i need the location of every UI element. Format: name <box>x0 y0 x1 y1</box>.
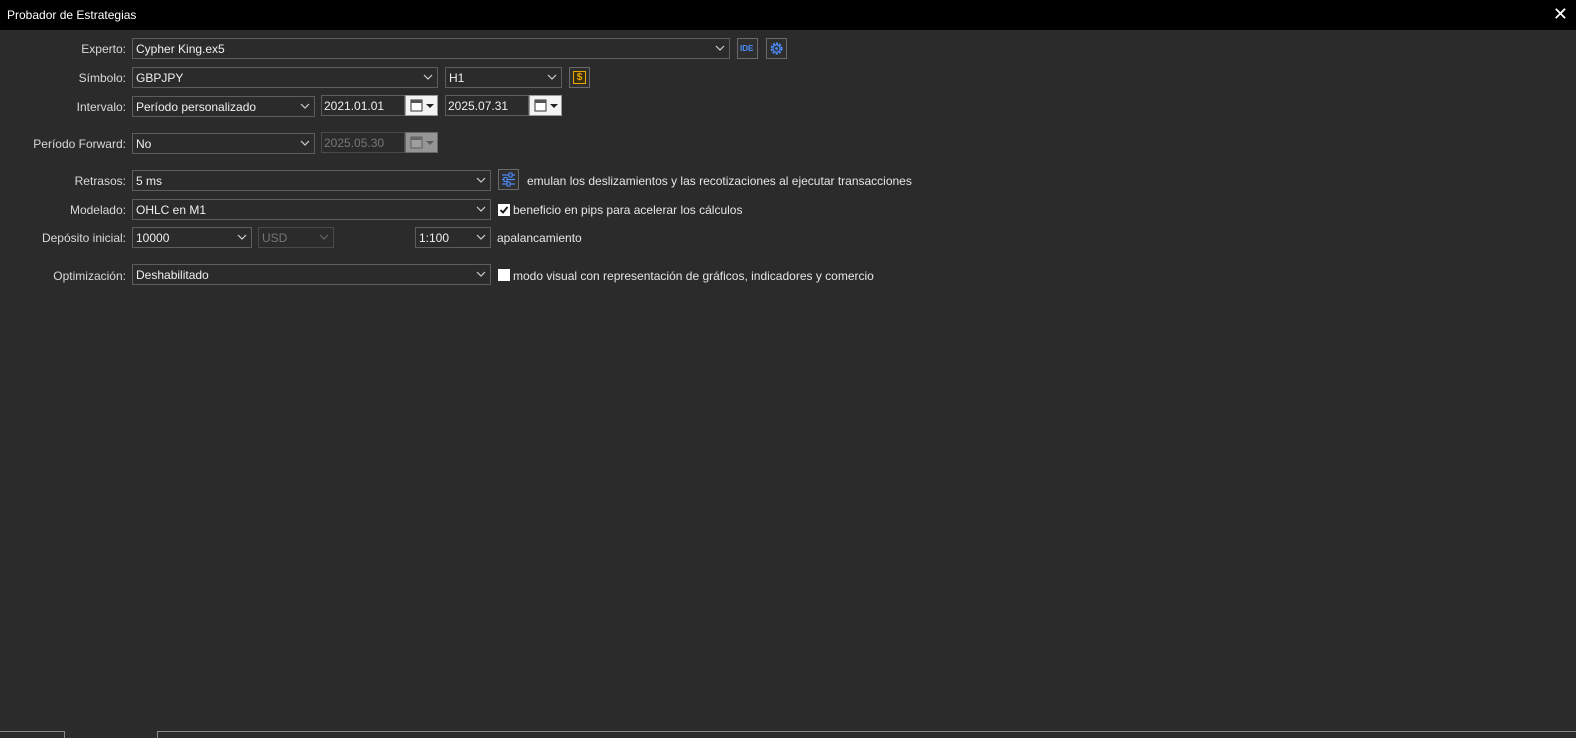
title-bar: Probador de Estrategias ✕ <box>0 0 1576 30</box>
expert-settings-button[interactable] <box>766 38 787 59</box>
date-from-value: 2021.01.01 <box>324 99 385 113</box>
date-from-input[interactable]: 2021.01.01 <box>321 95 405 116</box>
simbolo-value: GBPJPY <box>136 71 184 85</box>
experto-label: Experto: <box>81 42 126 56</box>
retrasos-select[interactable]: 5 ms <box>132 170 491 191</box>
optimizacion-value: Deshabilitado <box>136 268 209 282</box>
ide-button[interactable]: IDE <box>737 38 758 59</box>
date-to-value: 2025.07.31 <box>448 99 509 113</box>
experto-select[interactable]: Cypher King.ex5 <box>132 38 730 59</box>
experto-value: Cypher King.ex5 <box>136 42 225 56</box>
visual-mode-label: modo visual con representación de gráfic… <box>513 269 874 283</box>
bottom-tab-active[interactable] <box>64 731 158 738</box>
chevron-down-icon <box>423 74 433 80</box>
simbolo-select[interactable]: GBPJPY <box>132 67 438 88</box>
chevron-down-icon <box>300 140 310 146</box>
date-to-input[interactable]: 2025.07.31 <box>445 95 529 116</box>
calendar-icon <box>534 99 558 112</box>
visual-mode-checkbox[interactable] <box>498 269 510 281</box>
retrasos-note-wrapper: emulan los deslizamientos y las recotiza… <box>527 174 912 188</box>
optimizacion-select[interactable]: Deshabilitado <box>132 264 491 285</box>
forward-date-value: 2025.05.30 <box>324 136 385 150</box>
ide-icon: IDE <box>740 44 754 53</box>
simbolo-label: Símbolo: <box>78 71 126 85</box>
retrasos-value: 5 ms <box>136 174 163 188</box>
retrasos-note: emulan los deslizamientos y las recotiza… <box>527 174 912 188</box>
sliders-icon <box>502 172 515 187</box>
forward-calendar-button <box>405 132 438 153</box>
leverage-value: 1:100 <box>419 231 450 245</box>
gear-icon <box>770 42 783 55</box>
leverage-select[interactable]: 1:100 <box>415 227 491 248</box>
deposito-label: Depósito inicial: <box>41 231 126 245</box>
modelado-select[interactable]: OHLC en M1 <box>132 199 491 220</box>
dollar-icon: $ <box>573 71 586 84</box>
close-icon[interactable]: ✕ <box>1553 4 1568 24</box>
chevron-down-icon <box>476 234 486 240</box>
chevron-down-icon <box>476 271 486 277</box>
timeframe-select[interactable]: H1 <box>445 67 562 88</box>
chevron-down-icon <box>319 234 329 240</box>
optimizacion-label: Optimización: <box>53 269 126 283</box>
calendar-icon <box>410 136 434 149</box>
chevron-down-icon <box>715 45 725 51</box>
chevron-down-icon <box>476 206 486 212</box>
modelado-label: Modelado: <box>69 203 126 217</box>
currency-select: USD <box>258 227 334 248</box>
intervalo-label: Intervalo: <box>76 100 126 114</box>
deposito-select[interactable]: 10000 <box>132 227 252 248</box>
timeframe-value: H1 <box>449 71 465 85</box>
modelado-value: OHLC en M1 <box>136 203 207 217</box>
checkmark-icon <box>499 206 509 214</box>
pips-profit-label: beneficio en pips para acelerar los cálc… <box>513 203 743 217</box>
retrasos-label: Retrasos: <box>74 174 126 188</box>
forward-value: No <box>136 137 152 151</box>
date-to-calendar-button[interactable] <box>529 95 562 116</box>
symbol-properties-button[interactable]: $ <box>569 67 590 88</box>
dollar-glyph: $ <box>576 72 583 83</box>
chevron-down-icon <box>300 103 310 109</box>
window-title: Probador de Estrategias <box>7 8 137 22</box>
forward-label: Período Forward: <box>33 137 126 151</box>
currency-value: USD <box>262 231 288 245</box>
deposito-value: 10000 <box>136 231 170 245</box>
date-from-calendar-button[interactable] <box>405 95 438 116</box>
delays-settings-button[interactable] <box>498 169 519 190</box>
intervalo-select[interactable]: Período personalizado <box>132 96 315 117</box>
intervalo-value: Período personalizado <box>136 100 257 114</box>
bottom-divider <box>0 731 1576 732</box>
leverage-label: apalancamiento <box>497 231 582 245</box>
chevron-down-icon <box>547 74 557 80</box>
pips-profit-checkbox[interactable] <box>498 204 510 216</box>
calendar-icon <box>410 99 434 112</box>
forward-date-input: 2025.05.30 <box>321 132 405 153</box>
chevron-down-icon <box>476 177 486 183</box>
forward-select[interactable]: No <box>132 133 315 154</box>
chevron-down-icon <box>237 234 247 240</box>
